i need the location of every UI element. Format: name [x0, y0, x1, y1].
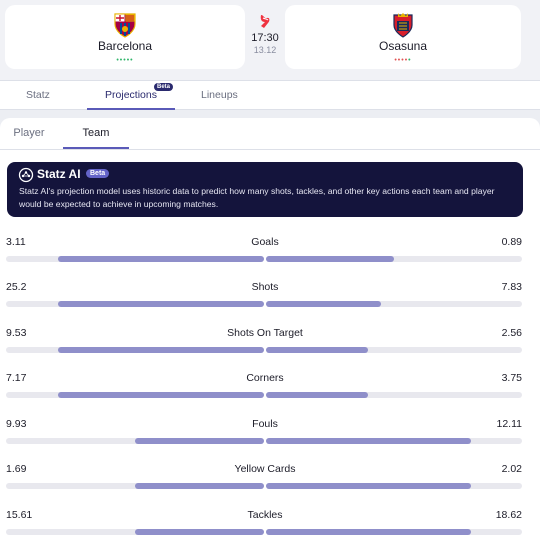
away-bar-track — [266, 347, 522, 353]
stat-away-value: 2.56 — [501, 327, 522, 339]
statz-ai-info-box: Statz AI Beta Statz AI's projection mode… — [7, 162, 523, 217]
stat-home-value: 1.69 — [6, 463, 27, 475]
away-bar-fill — [266, 392, 368, 398]
main-tabs: Statz Projections Beta Lineups — [0, 80, 540, 110]
home-bar-track — [6, 256, 264, 262]
home-bar-track — [6, 301, 264, 307]
match-header: Barcelona ••••• 17:30 13.12 Osasuna ••••… — [0, 0, 540, 80]
away-team-card[interactable]: Osasuna ••••• — [285, 5, 521, 69]
stat-row: 9.53 Shots On Target 2.56 — [0, 327, 540, 367]
stat-away-value: 0.89 — [501, 236, 522, 248]
laliga-logo-icon — [260, 15, 270, 28]
subtab-player[interactable]: Player — [0, 118, 58, 149]
match-date: 13.12 — [253, 45, 277, 55]
home-bar-fill — [58, 256, 264, 262]
stat-label: Fouls — [252, 418, 278, 430]
home-team-name: Barcelona — [97, 39, 153, 53]
stat-label: Shots — [251, 281, 279, 293]
away-bar-track — [266, 483, 522, 489]
home-bar-track — [6, 529, 264, 535]
tab-projections-label: Projections — [105, 89, 157, 101]
barcelona-crest-icon — [114, 13, 136, 38]
away-bar-track — [266, 438, 522, 444]
away-bar-fill — [266, 347, 368, 353]
ai-network-icon — [18, 167, 34, 183]
ai-description: Statz AI's projection model uses histori… — [19, 186, 495, 209]
stat-home-value: 7.17 — [6, 372, 27, 384]
stat-row: 25.2 Shots 7.83 — [0, 281, 540, 321]
stat-away-value: 3.75 — [501, 372, 522, 384]
stat-row: 3.11 Goals 0.89 — [0, 236, 540, 276]
ai-beta-badge: Beta — [86, 169, 110, 178]
home-bar-fill — [135, 438, 264, 444]
stat-home-value: 15.61 — [6, 509, 33, 521]
stat-home-value: 9.93 — [6, 418, 27, 430]
away-bar-track — [266, 301, 522, 307]
home-bar-fill — [135, 529, 264, 535]
home-bar-fill — [135, 483, 264, 489]
home-bar-track — [6, 347, 264, 353]
home-bar-track — [6, 438, 264, 444]
away-form-dots: ••••• — [394, 57, 412, 64]
away-bar-track — [266, 529, 522, 535]
home-bar-fill — [58, 301, 264, 307]
home-bar-track — [6, 392, 264, 398]
stat-row: 9.93 Fouls 12.11 — [0, 418, 540, 458]
stat-label: Tackles — [247, 509, 283, 521]
stat-label: Yellow Cards — [234, 463, 296, 475]
match-info: 17:30 13.12 — [245, 14, 285, 55]
stat-home-value: 9.53 — [6, 327, 27, 339]
stat-row: 1.69 Yellow Cards 2.02 — [0, 463, 540, 503]
projections-beta-badge: Beta — [154, 83, 174, 91]
stat-home-value: 3.11 — [6, 236, 26, 248]
tab-lineups[interactable]: Lineups — [201, 81, 238, 110]
kickoff-time: 17:30 — [251, 32, 279, 44]
away-bar-fill — [266, 301, 381, 307]
away-bar-track — [266, 256, 522, 262]
home-bar-fill — [58, 392, 264, 398]
home-form-dots: ••••• — [116, 57, 134, 64]
away-bar-fill — [266, 529, 471, 535]
home-bar-track — [6, 483, 264, 489]
sub-tabs: Player Team — [0, 118, 540, 150]
osasuna-crest-icon — [393, 13, 413, 38]
home-team-card[interactable]: Barcelona ••••• — [5, 5, 245, 69]
stat-away-value: 12.11 — [496, 418, 523, 430]
stat-away-value: 2.02 — [501, 463, 522, 475]
away-team-name: Osasuna — [378, 39, 428, 53]
subtab-team[interactable]: Team — [63, 118, 129, 149]
stat-away-value: 18.62 — [495, 509, 522, 521]
stat-label: Corners — [246, 372, 284, 384]
stat-label: Goals — [251, 236, 279, 248]
stat-row: 15.61 Tackles 18.62 — [0, 509, 540, 543]
home-bar-fill — [58, 347, 264, 353]
away-bar-track — [266, 392, 522, 398]
away-bar-fill — [266, 256, 394, 262]
ai-title: Statz AI — [37, 167, 81, 181]
stat-label: Shots On Target — [227, 327, 303, 339]
away-bar-fill — [266, 483, 471, 489]
stat-row: 7.17 Corners 3.75 — [0, 372, 540, 412]
away-bar-fill — [266, 438, 471, 444]
stat-away-value: 7.83 — [501, 281, 522, 293]
tab-statz[interactable]: Statz — [26, 81, 50, 110]
stat-home-value: 25.2 — [6, 281, 27, 293]
